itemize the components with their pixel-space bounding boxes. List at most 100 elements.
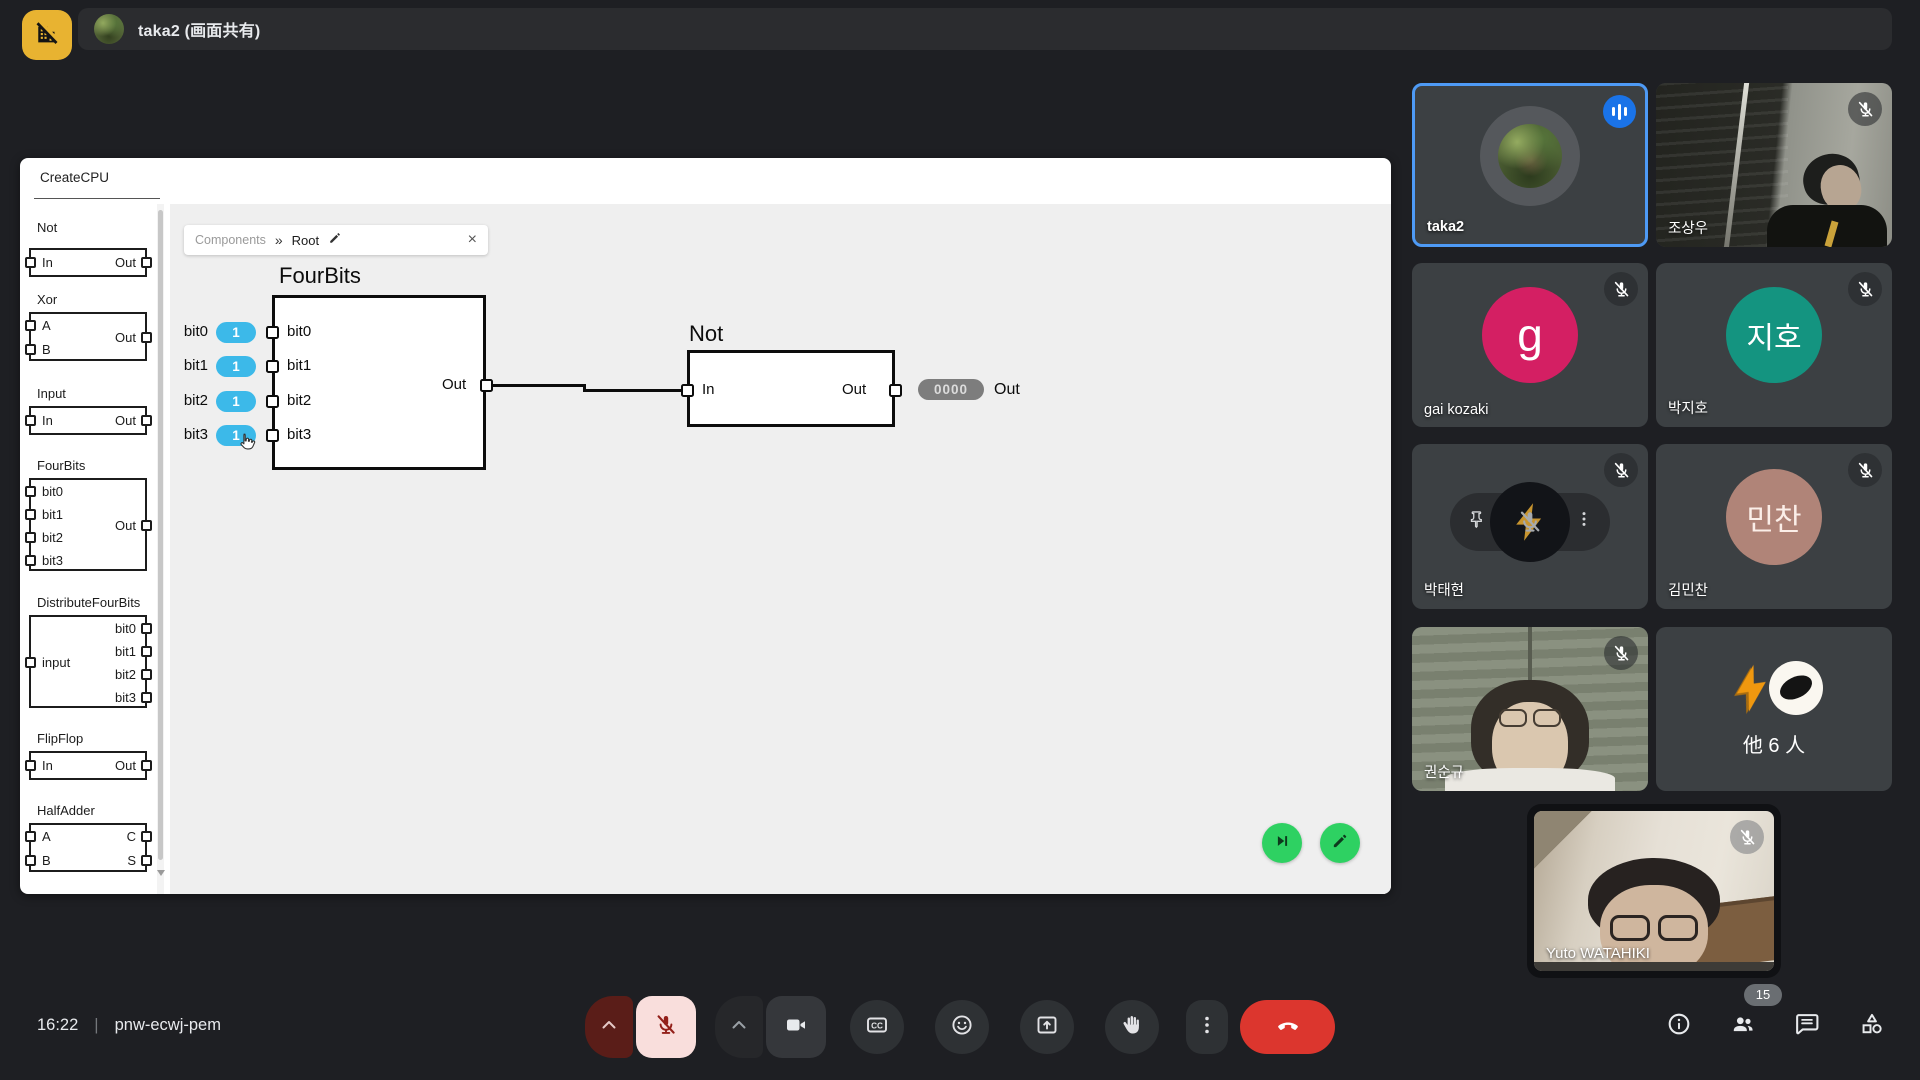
mic-toggle-button[interactable] [636,996,696,1058]
output-pin[interactable] [141,257,152,268]
wire [486,384,586,387]
edit-pencil-icon[interactable] [328,231,342,250]
component-name: FourBits [37,458,85,473]
present-screen-button[interactable] [1020,1000,1074,1054]
people-button[interactable] [1719,1002,1767,1050]
more-options-icon[interactable] [1574,509,1594,534]
scrollbar-down-arrow[interactable] [157,870,165,876]
camera-toggle-button[interactable] [766,996,826,1058]
breadcrumb-section[interactable]: Components [195,233,266,247]
output-pin[interactable] [889,384,902,397]
overflow-participants-tile[interactable]: 他 6 人 [1656,627,1892,791]
output-pin[interactable] [141,760,152,771]
input-pin[interactable] [25,415,36,426]
breadcrumb: Components » Root × [184,225,488,255]
raise-hand-button[interactable] [1105,1000,1159,1054]
breadcrumb-current[interactable]: Root [292,233,319,248]
self-view-tile[interactable]: Yuto WATAHIKI [1527,804,1781,978]
output-pin[interactable] [141,415,152,426]
input-pin[interactable] [266,429,279,442]
output-pin[interactable] [141,855,152,866]
output-pin[interactable] [141,332,152,343]
input-pin[interactable] [266,395,279,408]
screen-share-banner: taka2 (画面共有) [78,8,1892,50]
participant-tile-parktaehyun[interactable]: 박태현 [1412,444,1648,609]
breadcrumb-separator: » [275,232,283,248]
participant-tile-kwonsungyu[interactable]: 권순규 [1412,627,1648,791]
output-value-badge: 0000 [918,379,984,400]
captions-button[interactable] [850,1000,904,1054]
input-pin[interactable] [681,384,694,397]
participant-tile-parkjiho[interactable]: 지호 박지호 [1656,263,1892,427]
pin-label: bit1 [287,357,311,374]
activities-button[interactable] [1848,1002,1896,1050]
more-options-button[interactable] [1186,1000,1228,1054]
pencil-icon [1331,832,1349,855]
camera-options-button[interactable] [715,996,763,1058]
external-input-label: bit0 [170,323,208,340]
not-node-title: Not [689,321,723,347]
smiley-icon [950,1013,974,1042]
edit-mode-button[interactable] [1320,823,1360,863]
participant-tile-gai-kozaki[interactable]: g gai kozaki [1412,263,1648,427]
scrollbar-thumb[interactable] [158,210,163,860]
pin-icon[interactable] [1466,509,1486,534]
input-pin[interactable] [25,831,36,842]
step-simulation-button[interactable] [1262,823,1302,863]
pin-label: Out [442,376,466,393]
circuit-canvas[interactable]: Components » Root × FourBits bit0 bit1 b… [170,204,1391,894]
output-pin[interactable] [141,831,152,842]
mic-off-icon [1730,820,1764,854]
input-pin[interactable] [25,855,36,866]
pin-label: bit1 [42,507,63,522]
participant-name: 박지호 [1668,397,1708,418]
reactions-button[interactable] [935,1000,989,1054]
input-pin[interactable] [266,326,279,339]
bit2-value-toggle[interactable]: 1 [216,391,256,412]
pin-label: Out [115,413,136,428]
input-pin[interactable] [25,555,36,566]
close-icon[interactable]: × [468,231,477,249]
output-pin[interactable] [141,646,152,657]
mic-off-icon [1604,636,1638,670]
meeting-details-button[interactable] [1655,1002,1703,1050]
participant-name: 김민찬 [1668,579,1708,600]
output-pin[interactable] [141,623,152,634]
mic-off-icon [654,1013,678,1042]
input-pin[interactable] [25,760,36,771]
component-name: Xor [37,292,57,307]
participant-tile-taka2[interactable]: taka2 [1412,83,1648,247]
pin-label: bit0 [287,323,311,340]
fourbits-node-title: FourBits [279,263,361,289]
input-pin[interactable] [25,344,36,355]
mic-options-button[interactable] [585,996,633,1058]
presentation-paused-button[interactable] [22,10,72,60]
input-pin[interactable] [25,509,36,520]
component-name: HalfAdder [37,803,95,818]
pin-label: input [42,655,70,670]
input-pin[interactable] [25,257,36,268]
pin-label: Out [115,518,136,533]
output-pin[interactable] [141,669,152,680]
output-pin[interactable] [141,520,152,531]
input-pin[interactable] [25,657,36,668]
input-pin[interactable] [266,360,279,373]
bit0-value-toggle[interactable]: 1 [216,322,256,343]
raise-hand-icon [1120,1013,1144,1042]
bit1-value-toggle[interactable]: 1 [216,356,256,377]
input-pin[interactable] [25,486,36,497]
chat-button[interactable] [1783,1002,1831,1050]
input-pin[interactable] [25,532,36,543]
output-pin[interactable] [141,692,152,703]
chat-icon [1794,1011,1820,1042]
input-pin[interactable] [25,320,36,331]
participant-tile-kimminchan[interactable]: 민찬 김민찬 [1656,444,1892,609]
present-icon [1035,1013,1059,1042]
participant-tile-josangwoo[interactable]: 조상우 [1656,83,1892,247]
end-call-button[interactable] [1240,1000,1335,1054]
overflow-count-label: 他 6 人 [1656,729,1892,758]
output-pin[interactable] [480,379,493,392]
meeting-info: 16:22 | pnw-ecwj-pem [37,1016,221,1035]
participant-name: Yuto WATAHIKI [1546,945,1650,962]
shared-screen[interactable]: CreateCPU Not In Out Xor A B Out [20,158,1391,894]
